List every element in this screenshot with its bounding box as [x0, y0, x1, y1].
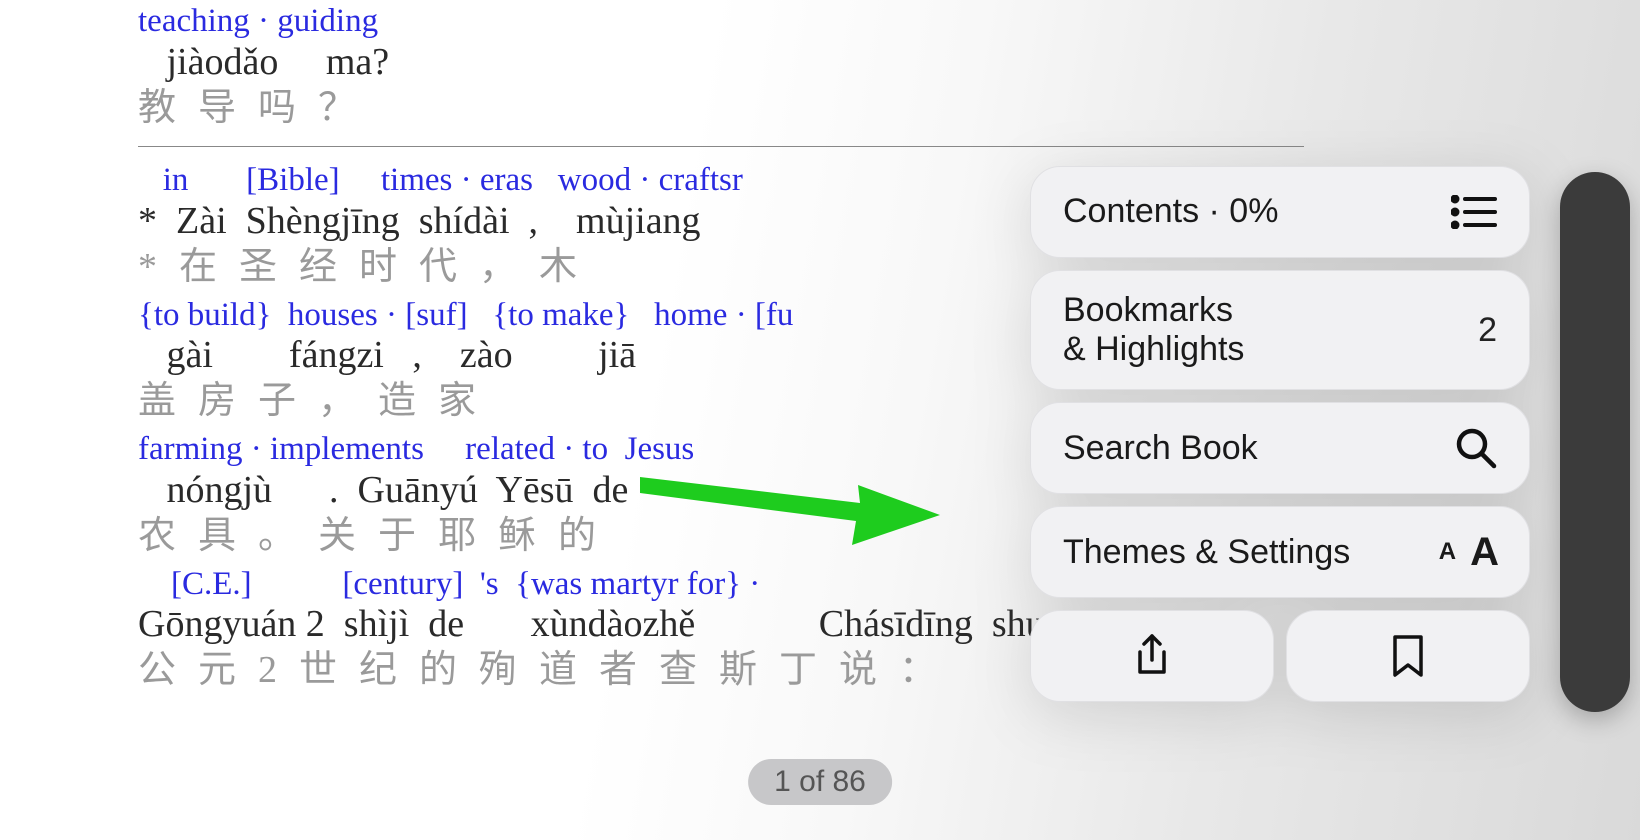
text-block-1: teaching · guiding jiàodǎo ma? 教导吗？: [138, 4, 1560, 128]
share-button[interactable]: [1030, 610, 1274, 702]
themes-settings-button[interactable]: Themes & Settings AA: [1030, 506, 1530, 598]
bookmarks-count: 2: [1478, 311, 1497, 350]
bookmarks-label: Bookmarks & Highlights: [1063, 291, 1244, 369]
bookmark-button[interactable]: [1286, 610, 1530, 702]
search-book-button[interactable]: Search Book: [1030, 402, 1530, 494]
search-icon: [1455, 427, 1497, 469]
share-icon: [1132, 632, 1172, 680]
search-label: Search Book: [1063, 429, 1258, 468]
hanzi-line: 教导吗？: [138, 89, 1560, 129]
gloss-line: teaching · guiding: [138, 4, 1560, 39]
section-divider: [138, 146, 1304, 147]
page-indicator: 1 of 86: [748, 759, 892, 805]
themes-label: Themes & Settings: [1063, 533, 1350, 572]
pinyin-line: jiàodǎo ma?: [138, 43, 1560, 83]
menu-bottom-row: [1030, 610, 1530, 702]
text-size-icon: AA: [1439, 530, 1497, 575]
bookmark-icon: [1391, 633, 1425, 679]
contents-button[interactable]: Contents · 0%: [1030, 166, 1530, 258]
scrollbar-handle[interactable]: [1560, 172, 1630, 712]
contents-label: Contents · 0%: [1063, 192, 1278, 231]
bookmarks-highlights-button[interactable]: Bookmarks & Highlights 2: [1030, 270, 1530, 390]
reader-menu: Contents · 0% Bookmarks & Highlights 2 S…: [1030, 166, 1530, 702]
list-icon: [1451, 195, 1497, 229]
